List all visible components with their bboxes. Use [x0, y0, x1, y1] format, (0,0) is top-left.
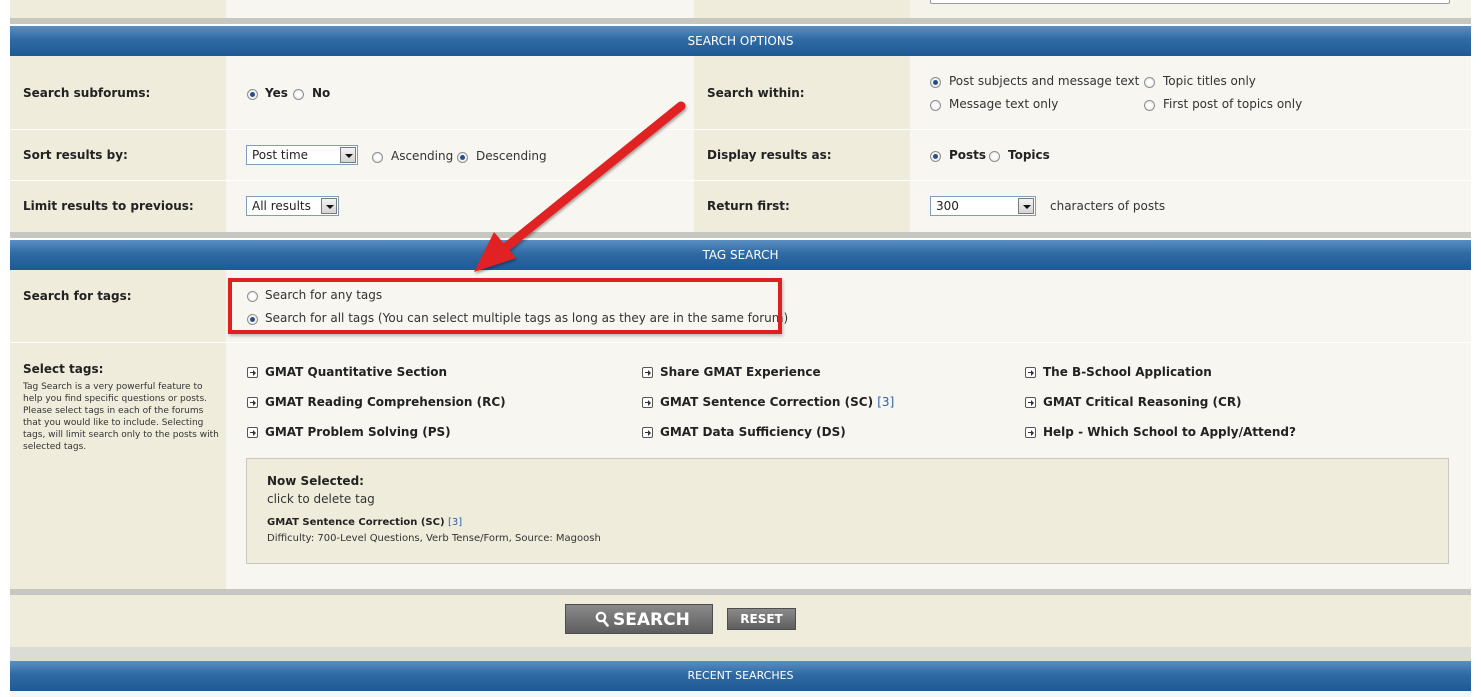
select-tags-label: Select tags: [23, 362, 104, 376]
highlight-box [228, 278, 782, 334]
previous-section-strip [10, 0, 1471, 18]
search-icon [595, 611, 609, 627]
tag-link-icon [1025, 427, 1036, 438]
descending-radio[interactable] [457, 152, 468, 163]
tag-link-icon [1025, 397, 1036, 408]
divider [10, 18, 1471, 24]
row-subforums: Search subforums: Yes No Search within: … [10, 56, 1471, 129]
tag-problem-solving[interactable]: GMAT Problem Solving (PS) [265, 425, 451, 439]
row-limit: Limit results to previous: All results R… [10, 181, 1471, 232]
subforums-yes-label: Yes [265, 86, 288, 100]
recent-searches-body [10, 691, 1471, 697]
recent-searches-header: RECENT SEARCHES [10, 661, 1471, 691]
return-first-label: Return first: [707, 199, 790, 213]
strip-value-cell [226, 0, 694, 18]
search-button[interactable]: SEARCH [565, 604, 713, 634]
return-first-select[interactable]: 300 [930, 196, 1036, 216]
limit-label: Limit results to previous: [23, 199, 194, 213]
selected-tag-count: [3] [448, 517, 463, 528]
limit-select-value: All results [252, 199, 311, 213]
now-selected-hint: click to delete tag [267, 492, 375, 506]
sort-label: Sort results by: [23, 148, 128, 162]
subforums-no-label: No [312, 86, 331, 100]
within-subjects-text-label: Post subjects and message text [949, 74, 1140, 88]
subforums-no-radio[interactable] [293, 89, 304, 100]
tag-which-school[interactable]: Help - Which School to Apply/Attend? [1043, 425, 1296, 439]
chevron-down-icon[interactable] [340, 147, 356, 163]
subforums-label: Search subforums: [23, 86, 151, 100]
within-subjects-text-radio[interactable] [930, 77, 941, 88]
chevron-down-icon[interactable] [321, 198, 337, 214]
sort-select-value: Post time [252, 148, 309, 162]
ascending-label: Ascending [391, 149, 454, 163]
select-tags-help: Tag Search is a very powerful feature to… [23, 382, 219, 452]
subforums-yes-radio[interactable] [247, 89, 258, 100]
display-topics-label: Topics [1008, 148, 1050, 162]
strip-label-cell [10, 0, 226, 18]
within-titles-radio[interactable] [1144, 77, 1155, 88]
tag-data-sufficiency[interactable]: GMAT Data Sufficiency (DS) [660, 425, 846, 439]
chevron-down-icon[interactable] [1018, 198, 1034, 214]
display-posts-label: Posts [949, 148, 987, 162]
search-within-label: Search within: [707, 86, 805, 100]
tag-bschool-application[interactable]: The B-School Application [1043, 365, 1212, 379]
tag-link-icon [642, 397, 653, 408]
display-posts-radio[interactable] [930, 151, 941, 162]
display-label: Display results as: [707, 148, 832, 162]
now-selected-title: Now Selected: [267, 474, 364, 488]
within-titles-label: Topic titles only [1163, 74, 1256, 88]
tag-count: [3] [877, 395, 895, 409]
return-first-value: 300 [936, 199, 959, 213]
tag-search-header: TAG SEARCH [10, 240, 1471, 270]
search-for-tags-label: Search for tags: [23, 289, 132, 303]
tag-critical-reasoning[interactable]: GMAT Critical Reasoning (CR) [1043, 395, 1242, 409]
ascending-radio[interactable] [372, 152, 383, 163]
divider [10, 647, 1471, 661]
tag-link-icon [247, 367, 258, 378]
return-first-suffix: characters of posts [1050, 199, 1166, 213]
tag-gmat-quant[interactable]: GMAT Quantitative Section [265, 365, 447, 379]
tag-share-experience[interactable]: Share GMAT Experience [660, 365, 821, 379]
within-message-label: Message text only [949, 97, 1059, 111]
search-options-header: SEARCH OPTIONS [10, 26, 1471, 56]
row-sort: Sort results by: Post time Ascending Des… [10, 130, 1471, 180]
descending-label: Descending [476, 149, 547, 163]
tag-link-icon [642, 367, 653, 378]
tag-link-icon [247, 427, 258, 438]
reset-button[interactable]: RESET [727, 608, 796, 630]
selected-tag[interactable]: GMAT Sentence Correction (SC) [3] [267, 517, 462, 528]
tag-link-icon [1025, 367, 1036, 378]
tag-sentence-correction[interactable]: GMAT Sentence Correction (SC) [3] [660, 395, 894, 409]
tag-link-icon [247, 397, 258, 408]
display-topics-radio[interactable] [989, 151, 1000, 162]
divider [10, 232, 1471, 238]
now-selected-box: Now Selected: click to delete tag GMAT S… [246, 458, 1449, 564]
tag-reading-comprehension[interactable]: GMAT Reading Comprehension (RC) [265, 395, 506, 409]
search-button-label: SEARCH [613, 610, 690, 630]
tag-link-icon [642, 427, 653, 438]
within-first-post-label: First post of topics only [1163, 97, 1303, 111]
sort-select[interactable]: Post time [246, 145, 358, 165]
within-first-post-radio[interactable] [1144, 100, 1155, 111]
strip-label-cell-2 [694, 0, 910, 18]
selected-tag-details: Difficulty: 700-Level Questions, Verb Te… [267, 533, 601, 544]
strip-select-bottom[interactable] [930, 0, 1450, 4]
limit-select[interactable]: All results [246, 196, 339, 216]
within-message-radio[interactable] [930, 100, 941, 111]
